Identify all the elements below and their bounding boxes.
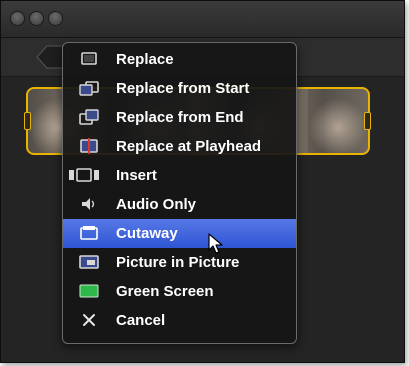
clip-trim-handle-left[interactable] (24, 112, 31, 130)
clip-trim-handle-right[interactable] (364, 112, 371, 130)
menu-item-label: Audio Only (116, 196, 196, 213)
close-window-button[interactable] (10, 11, 25, 26)
menu-item-picture-in-picture[interactable]: Picture in Picture (63, 248, 296, 277)
menu-item-cancel[interactable]: Cancel (63, 306, 296, 335)
menu-item-cutaway[interactable]: Cutaway (63, 219, 296, 248)
cutaway-icon (78, 225, 100, 241)
title-bar (1, 1, 404, 38)
menu-item-replace[interactable]: Replace (63, 45, 296, 74)
menu-item-label: Picture in Picture (116, 254, 240, 271)
menu-item-label: Cancel (116, 312, 166, 329)
menu-item-insert[interactable]: Insert (63, 161, 296, 190)
menu-item-label: Replace from End (116, 109, 244, 126)
menu-item-label: Replace from Start (116, 80, 250, 97)
menu-item-label: Green Screen (116, 283, 214, 300)
zoom-window-button[interactable] (48, 11, 63, 26)
green-screen-icon (78, 283, 100, 299)
replace-at-playhead-icon (78, 138, 100, 154)
menu-item-label: Replace (116, 51, 174, 68)
mouse-pointer-icon (208, 233, 223, 254)
clip-thumbnail (308, 89, 368, 153)
menu-item-replace-from-start[interactable]: Replace from Start (63, 74, 296, 103)
speaker-icon (78, 196, 100, 212)
menu-item-audio-only[interactable]: Audio Only (63, 190, 296, 219)
minimize-window-button[interactable] (29, 11, 44, 26)
menu-item-label: Insert (116, 167, 157, 184)
menu-item-replace-at-playhead[interactable]: Replace at Playhead (63, 132, 296, 161)
close-icon (78, 312, 100, 328)
insert-icon (68, 167, 100, 183)
menu-item-replace-from-end[interactable]: Replace from End (63, 103, 296, 132)
picture-in-picture-icon (78, 254, 100, 270)
menu-item-green-screen[interactable]: Green Screen (63, 277, 296, 306)
replace-from-end-icon (78, 109, 100, 125)
replace-from-start-icon (78, 80, 100, 96)
edit-context-menu: Replace Replace from Start Replace from … (62, 42, 297, 344)
menu-item-label: Cutaway (116, 225, 178, 242)
replace-icon (78, 51, 100, 67)
menu-item-label: Replace at Playhead (116, 138, 262, 155)
